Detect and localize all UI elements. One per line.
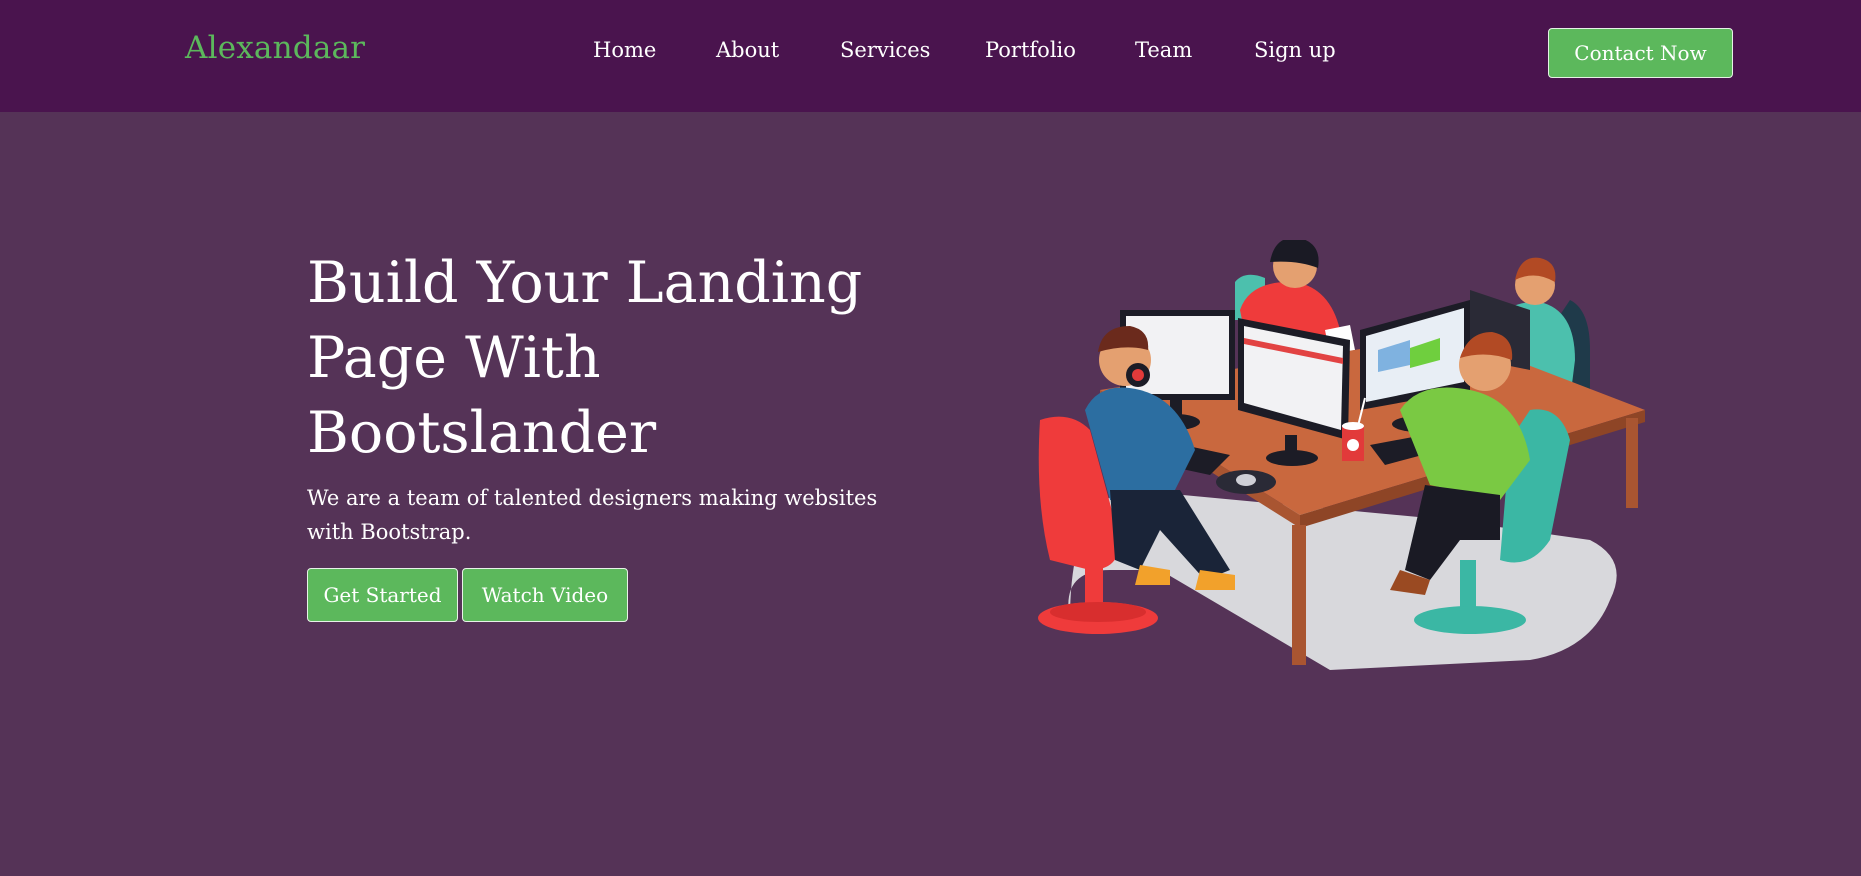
nav-item-portfolio[interactable]: Portfolio <box>985 38 1076 62</box>
team-illustration <box>1038 240 1645 670</box>
contact-now-button[interactable]: Contact Now <box>1548 28 1733 78</box>
nav-item-services[interactable]: Services <box>840 38 930 62</box>
hero-subtitle: We are a team of talented designers maki… <box>307 486 878 544</box>
watch-video-button[interactable]: Watch Video <box>462 568 628 622</box>
top-navbar: Alexandaar Home About Services Portfolio… <box>0 0 1861 112</box>
nav-item-home[interactable]: Home <box>593 38 656 62</box>
nav-item-about[interactable]: About <box>716 38 779 62</box>
nav-item-team[interactable]: Team <box>1135 38 1192 62</box>
get-started-button[interactable]: Get Started <box>307 568 458 622</box>
hero-title: Build Your Landing Page With Bootslander <box>307 250 863 466</box>
nav-item-signup[interactable]: Sign up <box>1254 38 1336 62</box>
